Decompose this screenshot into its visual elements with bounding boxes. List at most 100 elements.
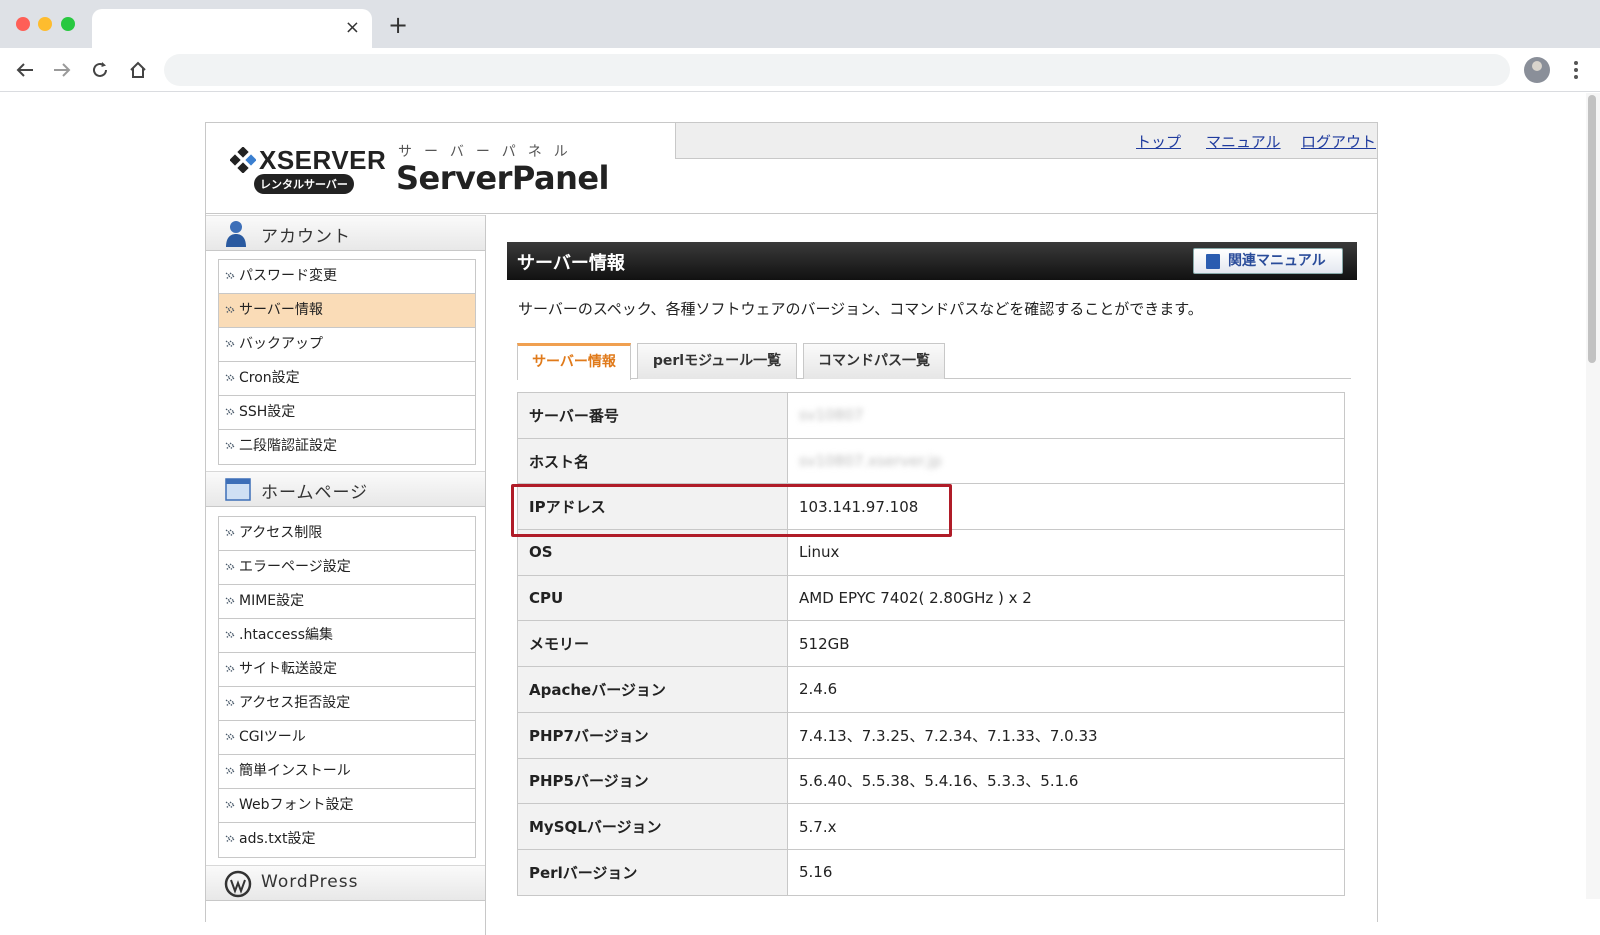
account-menu: パスワード変更 サーバー情報 バックアップ Cron設定 SSH設定 二段階認証… (218, 259, 476, 465)
section-title: サーバー情報 (517, 253, 625, 274)
sidebar-item-password[interactable]: パスワード変更 (219, 260, 475, 294)
row-value: 5.16 (787, 848, 1345, 896)
related-manual-button[interactable]: 関連マニュアル (1193, 248, 1343, 274)
row-value: AMD EPYC 7402( 2.80GHz ) x 2 (787, 574, 1345, 622)
sidebar-item-cron[interactable]: Cron設定 (219, 362, 475, 396)
page-header: XSERVER レンタルサーバー サーバーパネル ServerPanel トップ… (206, 123, 1377, 214)
wordpress-logo-icon (224, 870, 252, 898)
sidebar-item-mime[interactable]: MIME設定 (219, 585, 475, 619)
logout-link[interactable]: ログアウト (1301, 131, 1376, 152)
profile-avatar[interactable] (1524, 57, 1550, 83)
arrow-bullet-icon (225, 408, 235, 416)
sidebar-item-server-info[interactable]: サーバー情報 (219, 294, 475, 328)
arrow-bullet-icon (225, 597, 235, 605)
arrow-bullet-icon (225, 340, 235, 348)
close-window-button[interactable] (16, 17, 30, 31)
info-tabs: サーバー情報 perlモジュール一覧 コマンドパス一覧 (517, 343, 1351, 380)
row-value: Linux (787, 529, 1345, 576)
account-user-icon (226, 221, 246, 247)
xserver-logo[interactable]: XSERVER レンタルサーバー (230, 145, 386, 197)
tab-server-info[interactable]: サーバー情報 (517, 343, 631, 380)
address-bar[interactable] (164, 54, 1510, 86)
sidebar-item-ads-txt[interactable]: ads.txt設定 (219, 823, 475, 857)
maximize-window-button[interactable] (61, 17, 75, 31)
arrow-bullet-icon (225, 767, 235, 775)
logo-mark-icon (230, 147, 256, 173)
panel-title: ServerPanel (396, 159, 610, 197)
manual-link[interactable]: マニュアル (1206, 131, 1281, 152)
table-row: Perlバージョン 5.16 (517, 848, 1345, 896)
arrow-bullet-icon (225, 631, 235, 639)
row-label: Perlバージョン (517, 848, 788, 896)
sidebar-item-cgi-tools[interactable]: CGIツール (219, 721, 475, 755)
arrow-bullet-icon (225, 442, 235, 450)
table-row: CPU AMD EPYC 7402( 2.80GHz ) x 2 (517, 574, 1345, 622)
sidebar-item-access-limit[interactable]: アクセス制限 (219, 517, 475, 551)
row-label: PHP5バージョン (517, 757, 788, 805)
page-description: サーバーのスペック、各種ソフトウェアのバージョン、コマンドパスなどを確認すること… (518, 300, 1203, 318)
tab-command-paths[interactable]: コマンドパス一覧 (803, 343, 945, 379)
row-label: Apacheバージョン (517, 666, 788, 713)
server-info-table: サーバー番号 sv10807 ホスト名 sv10807.xserver.jp I… (517, 392, 1345, 896)
sidebar-item-htaccess[interactable]: .htaccess編集 (219, 619, 475, 653)
sidebar-item-backup[interactable]: バックアップ (219, 328, 475, 362)
sidebar-heading-homepage: ホームページ (206, 471, 485, 507)
forward-arrow-icon[interactable] (48, 56, 76, 84)
browser-tab[interactable]: × (92, 9, 372, 48)
sidebar-item-easy-install[interactable]: 簡単インストール (219, 755, 475, 789)
sidebar-item-web-font[interactable]: Webフォント設定 (219, 789, 475, 823)
row-value: 103.141.97.108 (787, 483, 1345, 531)
row-value: 7.4.13、7.3.25、7.2.34、7.1.33、7.0.33 (787, 711, 1345, 759)
row-label: PHP7バージョン (517, 711, 788, 759)
section-header-bar: サーバー情報 関連マニュアル (507, 242, 1357, 280)
minimize-window-button[interactable] (38, 17, 52, 31)
book-icon (1206, 254, 1220, 269)
sidebar-item-site-redirect[interactable]: サイト転送設定 (219, 653, 475, 687)
row-label: サーバー番号 (517, 392, 788, 439)
reload-icon[interactable] (86, 56, 114, 84)
row-value: sv10807 (787, 392, 1345, 439)
browser-tab-strip: × + (0, 0, 1600, 48)
arrow-bullet-icon (225, 563, 235, 571)
panel-kana-title: サーバーパネル (398, 144, 580, 160)
table-row: メモリー 512GB (517, 620, 1345, 668)
tab-perl-modules[interactable]: perlモジュール一覧 (637, 343, 797, 379)
row-label: メモリー (517, 620, 788, 668)
sidebar-heading-label: WordPress (261, 872, 359, 892)
sidebar-heading-wordpress: WordPress (206, 865, 485, 901)
table-row: ホスト名 sv10807.xserver.jp (517, 437, 1345, 485)
table-row: IPアドレス 103.141.97.108 (517, 483, 1345, 531)
sidebar-heading-label: アカウント (261, 227, 351, 247)
row-label: ホスト名 (517, 437, 788, 485)
home-icon[interactable] (124, 56, 152, 84)
table-row: Apacheバージョン 2.4.6 (517, 666, 1345, 713)
sidebar-item-error-page[interactable]: エラーページ設定 (219, 551, 475, 585)
back-arrow-icon[interactable] (11, 56, 39, 84)
logo-badge: レンタルサーバー (254, 174, 354, 194)
table-row: サーバー番号 sv10807 (517, 392, 1345, 439)
row-value: 5.6.40、5.5.38、5.4.16、5.3.3、5.1.6 (787, 757, 1345, 805)
table-row: OS Linux (517, 529, 1345, 576)
top-link[interactable]: トップ (1136, 131, 1181, 152)
row-label: MySQLバージョン (517, 803, 788, 850)
homepage-menu: アクセス制限 エラーページ設定 MIME設定 .htaccess編集 サイト転送… (218, 516, 476, 858)
homepage-window-icon (225, 478, 251, 501)
sidebar-item-ssh[interactable]: SSH設定 (219, 396, 475, 430)
more-menu-icon[interactable] (1566, 58, 1586, 82)
row-label: CPU (517, 574, 788, 622)
sidebar-item-two-factor[interactable]: 二段階認証設定 (219, 430, 475, 464)
sidebar-item-access-deny[interactable]: アクセス拒否設定 (219, 687, 475, 721)
logo-text: XSERVER (259, 145, 387, 175)
arrow-bullet-icon (225, 699, 235, 707)
top-navigation: トップ マニュアル ログアウト (675, 123, 1377, 159)
server-info-panel: サーバー情報 関連マニュアル サーバーのスペック、各種ソフトウェアのバージョン、… (507, 242, 1359, 902)
table-row: PHP7バージョン 7.4.13、7.3.25、7.2.34、7.1.33、7.… (517, 711, 1345, 759)
close-tab-icon[interactable]: × (345, 17, 360, 39)
arrow-bullet-icon (225, 529, 235, 537)
arrow-bullet-icon (225, 733, 235, 741)
scrollbar-thumb[interactable] (1588, 95, 1596, 363)
arrow-bullet-icon (225, 665, 235, 673)
new-tab-button[interactable]: + (388, 12, 408, 38)
row-value: sv10807.xserver.jp (787, 437, 1345, 485)
row-value: 5.7.x (787, 803, 1345, 850)
